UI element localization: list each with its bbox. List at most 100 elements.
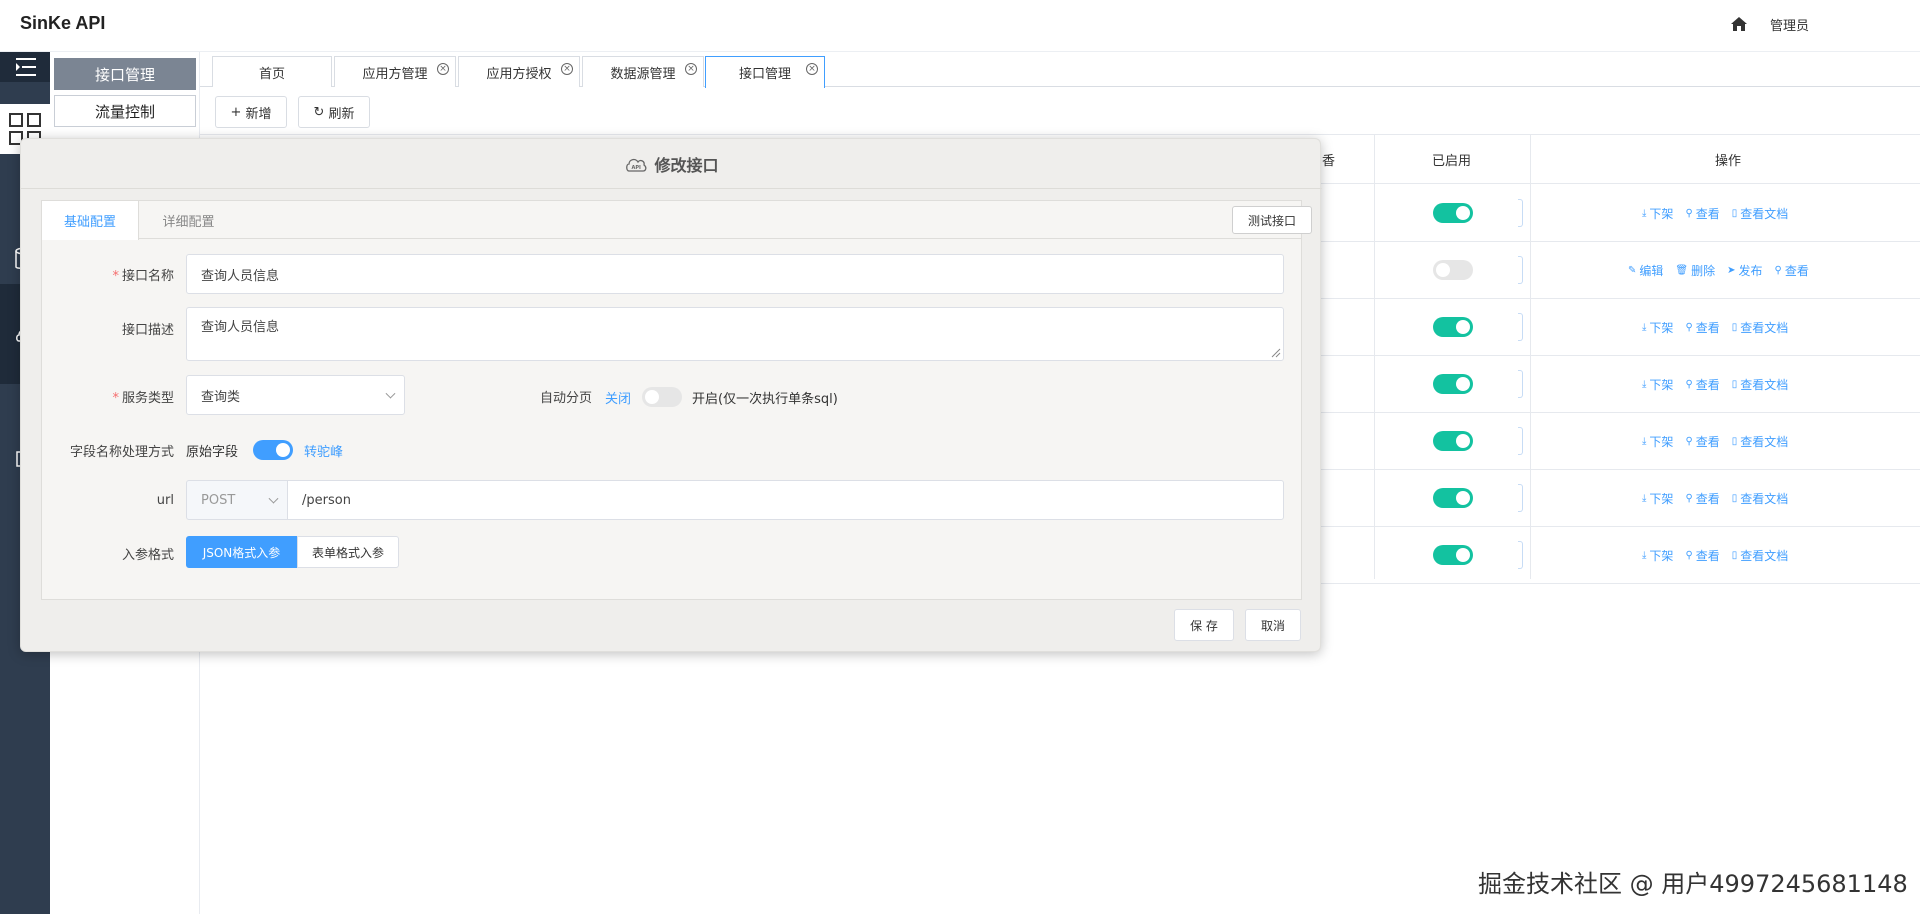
action-icon: ▯	[1731, 550, 1738, 561]
url-input[interactable]: /person	[287, 480, 1284, 520]
action-link[interactable]: ▯ 查看文档	[1732, 205, 1789, 222]
action-link[interactable]: ⤓ 下架	[1642, 205, 1673, 222]
app-title: SinKe API	[20, 13, 106, 33]
action-link[interactable]: ▯ 查看文档	[1732, 376, 1789, 393]
tab-app-auth[interactable]: 应用方授权 ×	[458, 56, 580, 87]
action-link[interactable]: ⚲ 查看	[1685, 376, 1719, 393]
edit-api-dialog: API 修改接口 基础配置 详细配置 测试接口 * 接口名称 查询人员信息 接口描…	[20, 138, 1322, 652]
json-param-button[interactable]: JSON格式入参	[186, 536, 297, 568]
action-link[interactable]: ⤓ 下架	[1642, 376, 1673, 393]
action-link[interactable]: ⤓ 下架	[1642, 433, 1673, 450]
action-icon: ⤓	[1642, 550, 1647, 561]
enabled-switch[interactable]	[1433, 317, 1473, 337]
save-button[interactable]: 保 存	[1174, 609, 1234, 641]
url-value: /person	[302, 492, 351, 508]
close-icon[interactable]: ×	[561, 63, 573, 75]
close-icon[interactable]: ×	[685, 63, 697, 75]
action-label: 查看文档	[1740, 549, 1789, 563]
tab-detail-config[interactable]: 详细配置	[140, 201, 237, 239]
action-label: 查看	[1695, 321, 1720, 335]
auto-paging-switch[interactable]	[642, 387, 682, 407]
action-icon: ▯	[1731, 379, 1738, 390]
action-icon: ➤	[1727, 265, 1736, 276]
action-link[interactable]: ⚲ 查看	[1685, 547, 1719, 564]
action-icon: ⚲	[1774, 265, 1782, 276]
tab-datasource[interactable]: 数据源管理 ×	[582, 56, 704, 87]
switch-knob	[1436, 263, 1450, 277]
paging-on-label: 开启(仅一次执行单条sql)	[692, 392, 838, 407]
action-link[interactable]: ⚲ 查看	[1775, 262, 1809, 279]
param-format-label: 入参格式	[121, 548, 174, 563]
action-link[interactable]: ▯ 查看文档	[1732, 547, 1789, 564]
row-edge-mark	[1518, 199, 1523, 227]
top-header: SinKe API 管理员	[0, 0, 1920, 52]
form-param-button[interactable]: 表单格式入参	[297, 536, 399, 568]
user-name[interactable]: 管理员	[1770, 15, 1809, 34]
action-link[interactable]: ⚲ 查看	[1685, 319, 1719, 336]
enabled-switch[interactable]	[1433, 488, 1473, 508]
action-link[interactable]: 🗑 删除	[1675, 262, 1715, 279]
close-icon[interactable]: ×	[806, 63, 818, 75]
tab-label: 应用方授权	[486, 66, 552, 82]
action-link[interactable]: ⚲ 查看	[1685, 490, 1719, 507]
action-icon: ▯	[1731, 493, 1738, 504]
action-icon: ⤓	[1642, 493, 1647, 504]
field-mode-switch[interactable]	[253, 440, 293, 460]
action-icon: ⚲	[1685, 322, 1693, 333]
enabled-switch[interactable]	[1433, 203, 1473, 223]
action-link[interactable]: ⚲ 查看	[1685, 205, 1719, 222]
camel-case-label[interactable]: 转驼峰	[304, 441, 343, 460]
column-divider	[1374, 134, 1375, 579]
switch-knob	[1456, 434, 1470, 448]
method-select[interactable]: POST	[186, 480, 288, 520]
test-api-button[interactable]: 测试接口	[1232, 206, 1312, 234]
action-link[interactable]: ⚲ 查看	[1685, 433, 1719, 450]
row-actions: ⤓ 下架 ⚲ 查看 ▯ 查看文档	[1642, 433, 1788, 450]
refresh-button[interactable]: ↻ 刷新	[298, 96, 370, 128]
action-link[interactable]: ⤓ 下架	[1642, 547, 1673, 564]
tab-bar: 首页 应用方管理 × 应用方授权 × 数据源管理 × 接口管理 ×	[200, 52, 1920, 88]
action-label: 查看文档	[1740, 207, 1789, 221]
header-actions: 操作	[1715, 154, 1742, 169]
switch-knob	[1456, 377, 1470, 391]
row-edge-mark	[1518, 370, 1523, 398]
action-label: 查看文档	[1740, 321, 1789, 335]
action-label: 下架	[1649, 207, 1674, 221]
action-link[interactable]: ➤ 发布	[1727, 262, 1762, 279]
enabled-switch[interactable]	[1433, 260, 1473, 280]
enabled-switch[interactable]	[1433, 374, 1473, 394]
action-link[interactable]: ▯ 查看文档	[1732, 319, 1789, 336]
action-label: 下架	[1649, 378, 1674, 392]
add-button[interactable]: + 新增	[215, 96, 287, 128]
menu-toggle-button[interactable]	[0, 52, 50, 82]
action-icon: ⚲	[1685, 550, 1693, 561]
action-link[interactable]: ▯ 查看文档	[1732, 433, 1789, 450]
cancel-button[interactable]: 取消	[1245, 609, 1301, 641]
svg-text:API: API	[632, 165, 642, 171]
action-link[interactable]: ⤓ 下架	[1642, 490, 1673, 507]
action-icon: ✎	[1628, 265, 1637, 276]
resize-handle-icon[interactable]	[1271, 348, 1281, 358]
enabled-switch[interactable]	[1433, 431, 1473, 451]
action-label: 查看	[1695, 207, 1720, 221]
submenu-item-flow-control[interactable]: 流量控制	[54, 95, 196, 127]
action-label: 下架	[1649, 321, 1674, 335]
tab-label: 数据源管理	[610, 66, 676, 82]
desc-textarea[interactable]: 查询人员信息	[186, 307, 1284, 361]
action-link[interactable]: ⤓ 下架	[1642, 319, 1673, 336]
add-label: 新增	[245, 106, 272, 122]
tab-basic-config[interactable]: 基础配置	[42, 201, 139, 240]
action-link[interactable]: ✎ 编辑	[1628, 262, 1663, 279]
submenu-item-api-manage[interactable]: 接口管理	[54, 58, 196, 90]
enabled-switch[interactable]	[1433, 545, 1473, 565]
action-icon: ⚲	[1685, 379, 1693, 390]
action-link[interactable]: ▯ 查看文档	[1732, 490, 1789, 507]
tab-api-manage[interactable]: 接口管理 ×	[705, 56, 825, 88]
tab-home[interactable]: 首页	[212, 56, 332, 87]
header-partial: 香	[1322, 154, 1336, 169]
home-icon[interactable]	[1730, 15, 1748, 33]
service-type-select[interactable]: 查询类	[186, 375, 405, 415]
name-input[interactable]: 查询人员信息	[186, 254, 1284, 294]
tab-app-manage[interactable]: 应用方管理 ×	[334, 56, 456, 87]
close-icon[interactable]: ×	[437, 63, 449, 75]
